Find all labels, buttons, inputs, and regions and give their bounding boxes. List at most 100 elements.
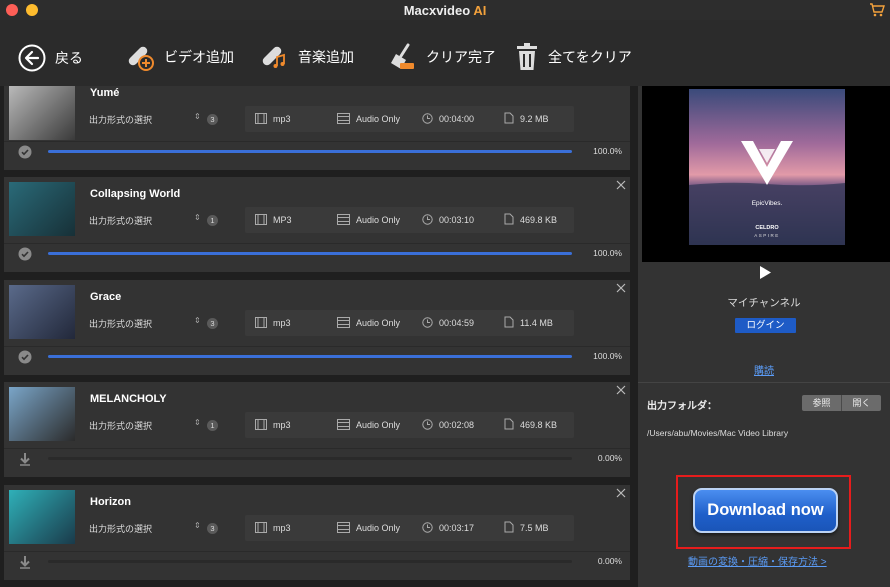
add-music-button[interactable]: 音楽追加 <box>260 42 354 72</box>
list-item[interactable]: Horizon 出力形式の選択 ⇕ 3 mp3 Audio Only 00:03… <box>4 485 630 580</box>
cart-icon[interactable] <box>869 2 885 18</box>
clock-icon <box>422 112 433 126</box>
progress-row: 100.0% <box>4 244 630 264</box>
add-video-button[interactable]: ビデオ追加 <box>126 42 234 72</box>
video-thumbnail <box>9 182 75 236</box>
media-info-box: mp3 Audio Only 00:02:08 469.8 KB <box>245 412 574 438</box>
format-count-badge: 3 <box>207 114 218 125</box>
channel-label: マイチャンネル <box>727 297 801 309</box>
duration-info: 00:03:17 <box>422 515 474 541</box>
format-value: mp3 <box>273 523 291 533</box>
browse-button[interactable]: 参照 <box>802 395 841 411</box>
mode-value: Audio Only <box>356 420 401 430</box>
format-stepper[interactable]: ⇕ <box>194 213 201 222</box>
play-icon[interactable] <box>759 266 771 279</box>
add-music-label: 音楽追加 <box>298 49 354 65</box>
cover-artist: CELDRO <box>755 225 779 231</box>
audio-track-icon <box>337 213 350 227</box>
login-button[interactable]: ログイン <box>735 318 796 333</box>
list-item[interactable]: MELANCHOLY 出力形式の選択 ⇕ 1 mp3 Audio Only 00… <box>4 382 630 477</box>
list-item[interactable]: Collapsing World 出力形式の選択 ⇕ 1 MP3 Audio O… <box>4 177 630 272</box>
duration-value: 00:02:08 <box>439 420 475 430</box>
video-thumbnail <box>9 387 75 441</box>
open-button[interactable]: 開く <box>842 395 881 411</box>
progress-percent: 0.00% <box>597 453 622 463</box>
format-select-label[interactable]: 出力形式の選択 <box>89 113 152 126</box>
format-value: mp3 <box>273 318 291 328</box>
howto-link[interactable]: 動画の変換・圧縮・保存方法 > <box>688 553 827 568</box>
media-info-box: mp3 Audio Only 00:03:17 7.5 MB <box>245 515 574 541</box>
format-select-label[interactable]: 出力形式の選択 <box>89 214 152 227</box>
size-value: 469.8 KB <box>520 215 558 225</box>
progress-bar <box>48 355 572 358</box>
mode-info: Audio Only <box>337 207 400 233</box>
duration-info: 00:04:00 <box>422 106 474 132</box>
format-value: MP3 <box>273 215 292 225</box>
cover-title: ASPIRE <box>754 233 780 238</box>
file-icon <box>504 213 514 227</box>
media-info-box: MP3 Audio Only 00:03:10 469.8 KB <box>245 207 574 233</box>
close-icon[interactable] <box>616 488 626 498</box>
mode-info: Audio Only <box>337 515 400 541</box>
preview-area: EpicVibes. CELDRO ASPIRE <box>642 86 890 262</box>
film-icon <box>255 213 267 227</box>
minimize-window-button[interactable] <box>26 4 38 16</box>
size-info: 7.5 MB <box>504 515 549 541</box>
list-item[interactable]: Grace 出力形式の選択 ⇕ 3 mp3 Audio Only 00:04:5… <box>4 280 630 375</box>
output-path: /Users/abu/Movies/Mac Video Library <box>647 428 789 438</box>
duration-value: 00:03:17 <box>439 523 475 533</box>
progress-bar <box>48 150 572 153</box>
size-info: 469.8 KB <box>504 412 557 438</box>
format-stepper[interactable]: ⇕ <box>194 112 201 121</box>
format-count-badge: 1 <box>207 420 218 431</box>
close-icon[interactable] <box>616 283 626 293</box>
progress-bar <box>48 252 572 255</box>
format-select-label[interactable]: 出力形式の選択 <box>89 317 152 330</box>
format-info: mp3 <box>255 310 291 336</box>
format-stepper[interactable]: ⇕ <box>194 418 201 427</box>
file-icon <box>504 112 514 126</box>
progress-row: 100.0% <box>4 142 630 162</box>
close-icon[interactable] <box>616 180 626 190</box>
file-icon <box>504 418 514 432</box>
mode-value: Audio Only <box>356 114 401 124</box>
format-select-label[interactable]: 出力形式の選択 <box>89 522 152 535</box>
clock-icon <box>422 418 433 432</box>
format-stepper[interactable]: ⇕ <box>194 521 201 530</box>
back-button[interactable]: 戻る <box>17 43 83 73</box>
mode-value: Audio Only <box>356 215 401 225</box>
progress-fill <box>48 355 572 358</box>
format-stepper[interactable]: ⇕ <box>194 316 201 325</box>
format-select-label[interactable]: 出力形式の選択 <box>89 419 152 432</box>
format-info: MP3 <box>255 207 292 233</box>
format-count-badge: 1 <box>207 215 218 226</box>
video-thumbnail <box>9 285 75 339</box>
clear-done-button[interactable]: クリア完了 <box>388 42 496 72</box>
right-panel: EpicVibes. CELDRO ASPIRE マイチャンネル ログイン 購読… <box>638 86 890 587</box>
item-title: Collapsing World <box>90 188 181 200</box>
list-item[interactable]: Yumé 出力形式の選択 ⇕ 3 mp3 Audio Only 00:04:00… <box>4 86 630 170</box>
download-arrow-icon <box>20 556 30 569</box>
size-value: 11.4 MB <box>520 318 553 328</box>
broom-icon <box>391 43 414 69</box>
clear-all-button[interactable]: 全てをクリア <box>514 42 632 72</box>
progress-bar <box>48 560 572 563</box>
close-window-button[interactable] <box>6 4 18 16</box>
size-value: 7.5 MB <box>520 523 549 533</box>
format-value: mp3 <box>273 420 291 430</box>
trash-icon <box>517 43 537 70</box>
clock-icon <box>422 316 433 330</box>
close-icon[interactable] <box>616 385 626 395</box>
progress-fill <box>48 252 572 255</box>
media-info-box: mp3 Audio Only 00:04:59 11.4 MB <box>245 310 574 336</box>
format-info: mp3 <box>255 412 291 438</box>
mode-info: Audio Only <box>337 106 400 132</box>
cover-brand: EpicVibes. <box>752 200 783 207</box>
format-info: mp3 <box>255 106 291 132</box>
video-thumbnail <box>9 490 75 544</box>
download-now-button[interactable]: Download now <box>693 488 838 533</box>
file-icon <box>504 316 514 330</box>
subscribe-link[interactable]: 購読 <box>638 362 890 377</box>
mode-value: Audio Only <box>356 318 401 328</box>
progress-percent: 100.0% <box>593 248 622 258</box>
